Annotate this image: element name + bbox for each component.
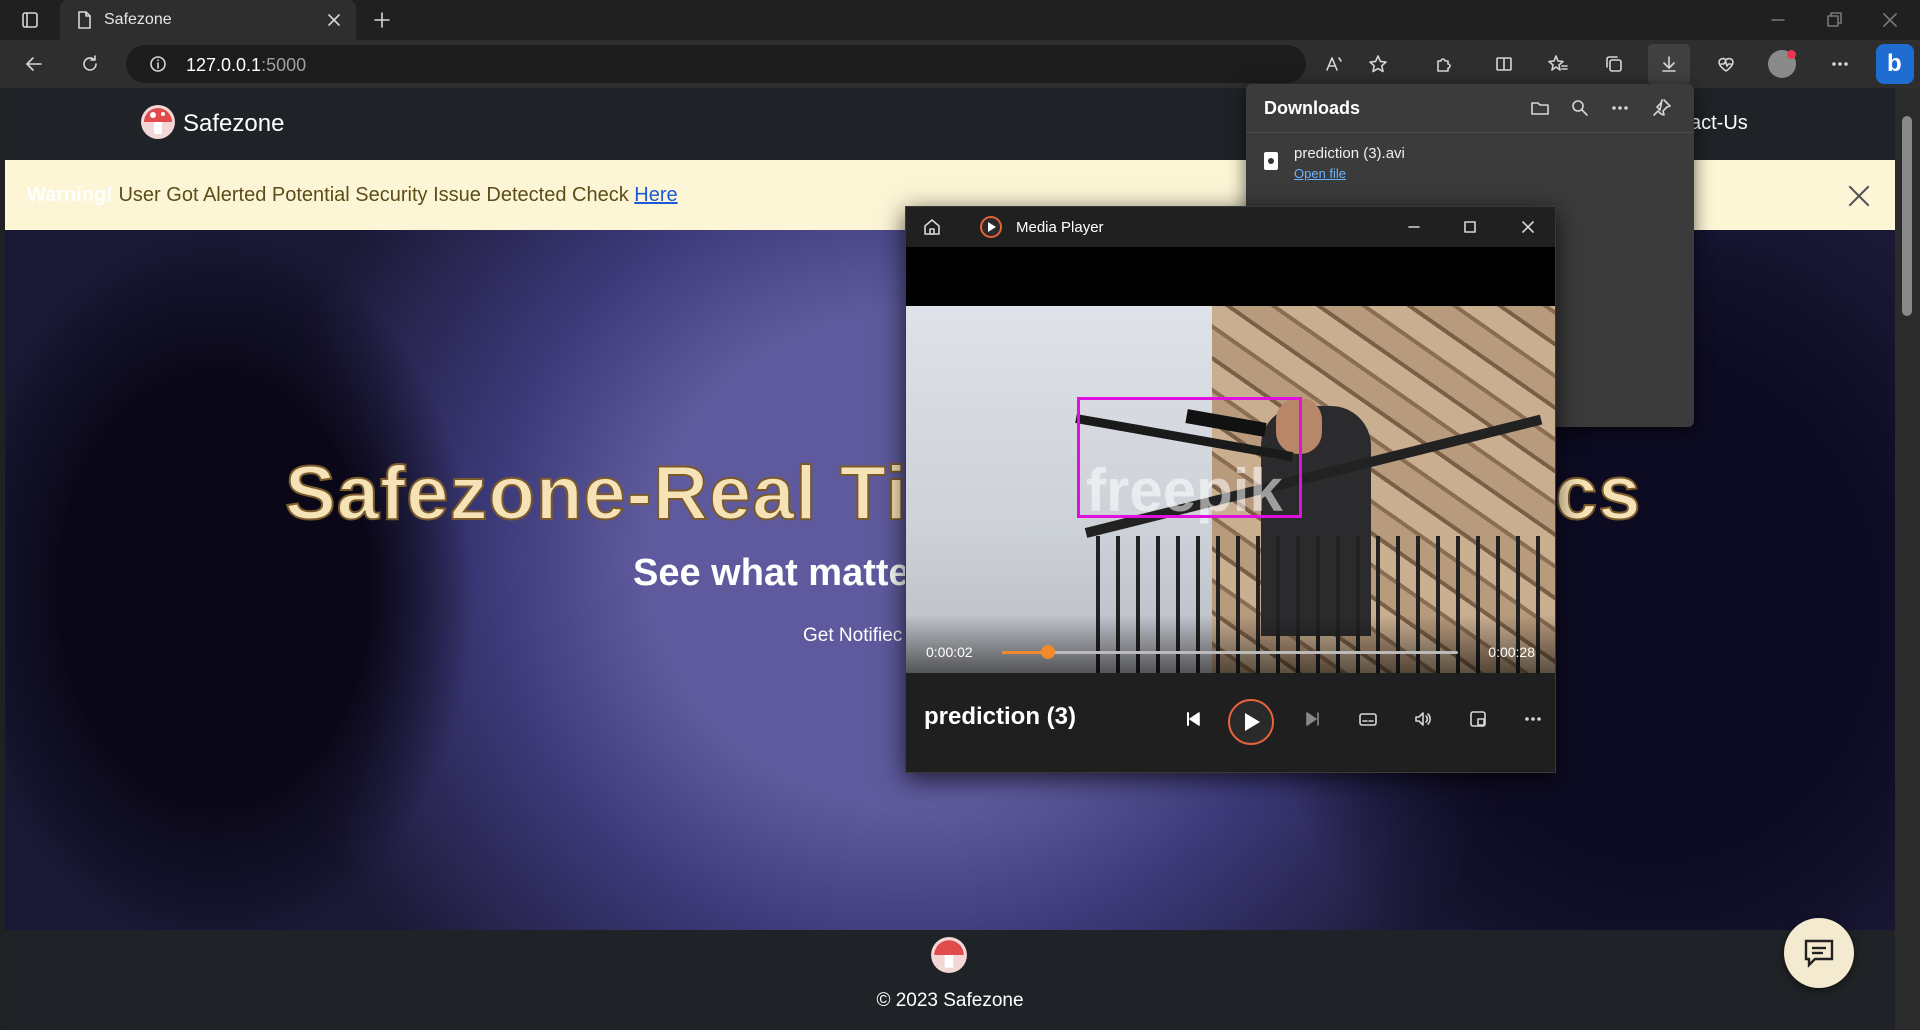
- alert-label: Warning!: [27, 184, 113, 206]
- downloads-button[interactable]: [1648, 44, 1690, 84]
- site-info-icon[interactable]: [146, 52, 170, 76]
- collections-icon[interactable]: [1602, 52, 1626, 76]
- search-downloads-icon[interactable]: [1568, 96, 1592, 120]
- hero-title-right: cs: [1554, 450, 1642, 537]
- alert-message: User Got Alerted Potential Security Issu…: [112, 184, 635, 206]
- media-player-logo-icon: [980, 216, 1002, 238]
- copilot-icon[interactable]: b: [1876, 44, 1914, 84]
- downloads-more-icon[interactable]: [1608, 96, 1632, 120]
- page-icon: [72, 8, 96, 32]
- play-icon: [1245, 713, 1260, 731]
- video-letterbox: [906, 247, 1555, 307]
- open-folder-icon[interactable]: [1528, 96, 1552, 120]
- more-menu-icon[interactable]: [1828, 52, 1852, 76]
- previous-icon[interactable]: [1181, 707, 1205, 731]
- browser-titlebar: Safezone: [0, 0, 1920, 40]
- browser-toolbar: 127.0.0.1:5000 b: [0, 40, 1920, 88]
- player-maximize-icon[interactable]: [1458, 215, 1482, 239]
- tab-title: Safezone: [104, 11, 172, 28]
- back-icon[interactable]: [22, 52, 46, 76]
- player-titlebar: Media Player: [906, 207, 1555, 247]
- chat-icon: [1804, 939, 1834, 968]
- hero-title-left: Safezone-Real Ti: [284, 450, 908, 537]
- captions-icon[interactable]: [1356, 707, 1380, 731]
- profile-avatar[interactable]: [1768, 50, 1796, 78]
- home-icon[interactable]: [920, 215, 944, 239]
- close-tab-icon[interactable]: [322, 8, 346, 32]
- hero-subtitle: See what matte: [633, 552, 910, 594]
- hero-title: Safezone-Real Ti cs: [284, 450, 1642, 537]
- refresh-icon[interactable]: [78, 52, 102, 76]
- total-time: 0:00:28: [1488, 644, 1535, 660]
- open-file-link[interactable]: Open file: [1294, 166, 1346, 181]
- player-close-icon[interactable]: [1516, 215, 1540, 239]
- page-scrollbar[interactable]: [1895, 88, 1920, 1030]
- video-frame[interactable]: freepik 0:00:02 0:00:28: [906, 306, 1555, 673]
- browser-essentials-icon[interactable]: [1714, 52, 1738, 76]
- player-app-title: Media Player: [1016, 219, 1104, 236]
- brand-logo-icon: [141, 105, 175, 139]
- now-playing-title: prediction (3): [924, 703, 1077, 730]
- footer-logo-icon: [931, 937, 967, 973]
- current-time: 0:00:02: [926, 644, 973, 660]
- play-button[interactable]: [1228, 699, 1274, 745]
- download-icon: [1657, 52, 1681, 76]
- alert-text: Warning! User Got Alerted Potential Secu…: [27, 184, 678, 207]
- extensions-icon[interactable]: [1432, 52, 1456, 76]
- pin-icon[interactable]: [1650, 96, 1674, 120]
- downloads-divider: [1246, 132, 1694, 133]
- favorite-star-icon[interactable]: [1366, 52, 1390, 76]
- split-screen-icon[interactable]: [1492, 52, 1516, 76]
- volume-icon[interactable]: [1411, 707, 1435, 731]
- close-window-icon[interactable]: [1878, 8, 1902, 32]
- player-minimize-icon[interactable]: [1402, 215, 1426, 239]
- minimize-icon[interactable]: [1766, 8, 1790, 32]
- address-bar[interactable]: 127.0.0.1:5000: [126, 45, 1342, 83]
- hero-tagline: Get Notifiec: [803, 625, 903, 646]
- media-player-window: Media Player freepik 0:00:02 0:00:28 pre…: [905, 206, 1556, 773]
- detection-bounding-box: [1077, 397, 1302, 518]
- chat-button[interactable]: [1784, 918, 1854, 988]
- read-aloud-icon[interactable]: [1322, 52, 1346, 76]
- url-text: 127.0.0.1:5000: [186, 55, 307, 75]
- seek-track[interactable]: [1002, 645, 1458, 659]
- scrollbar-thumb[interactable]: [1902, 116, 1912, 316]
- download-file-name[interactable]: prediction (3).avi: [1294, 145, 1405, 162]
- footer-copyright: © 2023 Safezone: [876, 990, 1024, 1011]
- player-more-icon[interactable]: [1521, 707, 1545, 731]
- next-icon[interactable]: [1301, 707, 1325, 731]
- tab-actions-icon[interactable]: [18, 8, 42, 32]
- site-footer: © 2023 Safezone: [5, 930, 1895, 1030]
- alert-link[interactable]: Here: [634, 184, 677, 206]
- close-alert-icon[interactable]: [1845, 182, 1873, 210]
- nav-contact-us[interactable]: act-Us: [1690, 112, 1748, 135]
- seek-handle[interactable]: [1040, 645, 1055, 659]
- restore-icon[interactable]: [1822, 8, 1846, 32]
- downloads-header: Downloads: [1264, 98, 1361, 118]
- file-icon: [1264, 152, 1278, 170]
- favorites-icon[interactable]: [1546, 52, 1570, 76]
- video-seek-bar: 0:00:02 0:00:28: [906, 615, 1555, 673]
- mini-view-icon[interactable]: [1466, 707, 1490, 731]
- tab-safezone[interactable]: Safezone: [60, 0, 356, 40]
- new-tab-icon[interactable]: [370, 8, 394, 32]
- brand-name[interactable]: Safezone: [183, 110, 284, 138]
